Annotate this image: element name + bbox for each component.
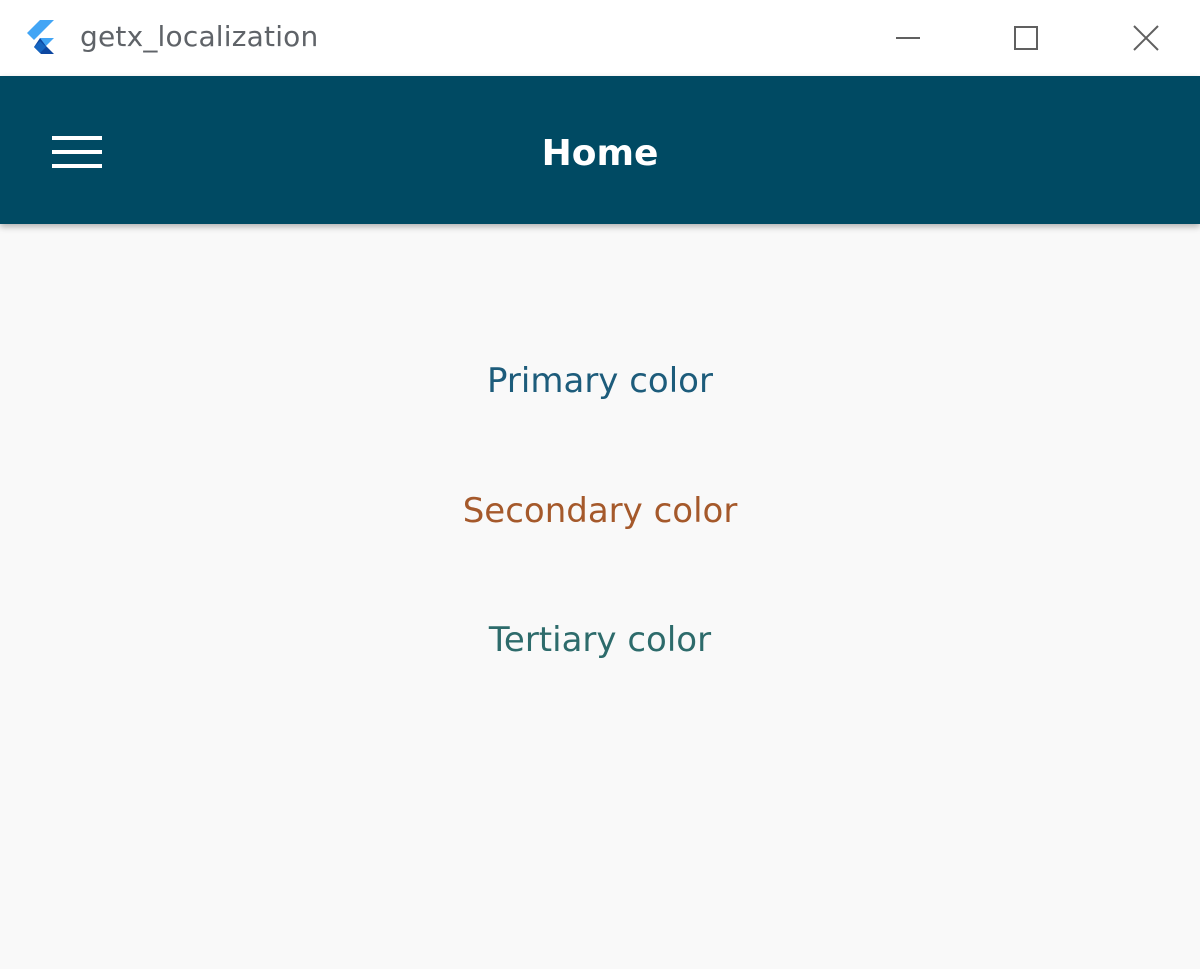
flutter-logo-icon	[27, 20, 54, 54]
tertiary-color-label: Tertiary color	[488, 620, 712, 660]
window-title: getx_localization	[80, 20, 319, 53]
content-area: Primary color Secondary color Tertiary c…	[0, 224, 1200, 969]
minimize-button[interactable]	[850, 0, 966, 76]
page-title: Home	[541, 133, 659, 174]
primary-color-label: Primary color	[487, 361, 713, 401]
maximize-button[interactable]	[968, 0, 1084, 76]
close-icon	[1133, 25, 1159, 51]
app-window: getx_localization Home Primary color Sec…	[0, 0, 1200, 969]
app-bar: Home	[0, 76, 1200, 224]
maximize-icon	[1014, 26, 1038, 50]
secondary-color-label: Secondary color	[462, 491, 738, 531]
title-bar: getx_localization	[0, 0, 1200, 76]
close-button[interactable]	[1088, 0, 1200, 76]
minimize-icon	[896, 37, 920, 39]
